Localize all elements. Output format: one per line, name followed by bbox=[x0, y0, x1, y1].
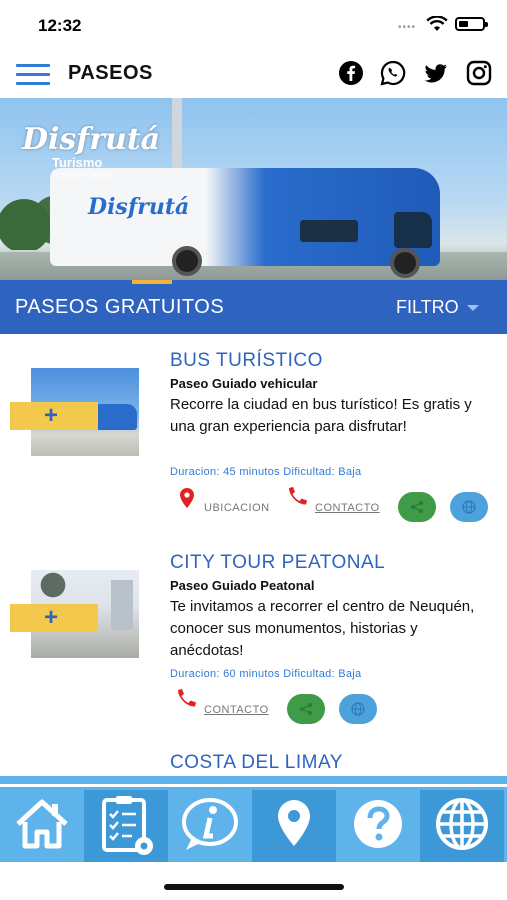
brand-city: Neuquén Capital bbox=[52, 170, 112, 179]
home-icon bbox=[16, 799, 68, 849]
location-pin-icon bbox=[278, 800, 310, 846]
help-icon bbox=[354, 800, 402, 848]
section-title: PASEOS GRATUITOS bbox=[15, 296, 225, 318]
paseo-subtitle: Paseo Guiado vehicular bbox=[170, 376, 318, 391]
globe-icon bbox=[436, 798, 488, 850]
brand-script: Disfrutá bbox=[22, 122, 161, 157]
tab-checklist[interactable] bbox=[84, 790, 168, 862]
contact-button[interactable]: CONTACTO bbox=[315, 502, 380, 514]
section-header: PASEOS GRATUITOS FILTRO bbox=[0, 280, 507, 334]
chevron-down-icon bbox=[466, 305, 479, 312]
paseo-title[interactable]: BUS TURÍSTICO bbox=[170, 350, 323, 372]
share-icon bbox=[300, 703, 312, 715]
bus-logo-text: Disfrutá bbox=[88, 194, 190, 220]
add-paseo-button[interactable]: + bbox=[10, 402, 98, 430]
contact-button[interactable]: CONTACTO bbox=[204, 704, 269, 716]
tab-help[interactable] bbox=[336, 790, 420, 862]
whatsapp-icon[interactable] bbox=[380, 60, 406, 86]
wifi-icon bbox=[426, 16, 448, 31]
brand-logo: Disfrutá Turismo Neuquén Capital bbox=[22, 122, 162, 179]
checklist-settings-icon bbox=[102, 796, 153, 855]
share-icon bbox=[411, 501, 423, 513]
brand-name: Turismo bbox=[52, 155, 103, 170]
bottom-tab-bar bbox=[0, 776, 507, 862]
menu-icon[interactable] bbox=[16, 64, 50, 86]
plus-icon: + bbox=[44, 402, 59, 429]
location-button[interactable]: UBICACION bbox=[204, 502, 270, 514]
tab-location[interactable] bbox=[252, 790, 336, 862]
paseo-meta: Duracion: 45 minutos Dificultad: Baja bbox=[170, 466, 362, 478]
instagram-icon[interactable] bbox=[466, 60, 492, 86]
filter-button[interactable]: FILTRO bbox=[396, 297, 479, 318]
app-header: PASEOS bbox=[0, 48, 507, 98]
website-button[interactable] bbox=[450, 492, 488, 522]
globe-icon bbox=[351, 702, 365, 716]
share-button[interactable] bbox=[287, 694, 325, 724]
phone-icon[interactable] bbox=[286, 486, 310, 506]
battery-icon bbox=[455, 17, 488, 31]
share-button[interactable] bbox=[398, 492, 436, 522]
paseo-title[interactable]: CITY TOUR PEATONAL bbox=[170, 552, 385, 574]
paseo-meta: Duracion: 60 minutos Dificultad: Baja bbox=[170, 668, 362, 680]
tab-info[interactable] bbox=[168, 790, 252, 862]
tab-home[interactable] bbox=[0, 790, 84, 862]
location-pin-icon[interactable] bbox=[178, 487, 196, 509]
globe-icon bbox=[462, 500, 476, 514]
plus-icon: + bbox=[44, 604, 59, 631]
home-indicator bbox=[164, 884, 344, 890]
facebook-icon[interactable] bbox=[338, 60, 364, 86]
twitter-icon[interactable] bbox=[423, 60, 449, 86]
paseo-subtitle: Paseo Guiado Peatonal bbox=[170, 578, 315, 593]
website-button[interactable] bbox=[339, 694, 377, 724]
phone-icon[interactable] bbox=[175, 688, 199, 708]
paseo-description: Recorre la ciudad en bus turístico! Es g… bbox=[170, 396, 472, 435]
status-bar: 12:32 •••• bbox=[0, 0, 507, 48]
paseo-description: Te invitamos a recorrer el centro de Neu… bbox=[170, 598, 475, 659]
info-icon bbox=[182, 798, 238, 850]
filter-label: FILTRO bbox=[396, 297, 459, 317]
page-title: PASEOS bbox=[68, 62, 153, 84]
add-paseo-button[interactable]: + bbox=[10, 604, 98, 632]
hero-banner-image: Disfrutá Disfrutá Turismo Neuquén Capita… bbox=[0, 98, 507, 280]
status-time: 12:32 bbox=[38, 16, 82, 35]
signal-dots-icon: •••• bbox=[398, 22, 417, 33]
paseo-title[interactable]: COSTA DEL LIMAY bbox=[170, 752, 343, 774]
tab-web[interactable] bbox=[420, 790, 504, 862]
